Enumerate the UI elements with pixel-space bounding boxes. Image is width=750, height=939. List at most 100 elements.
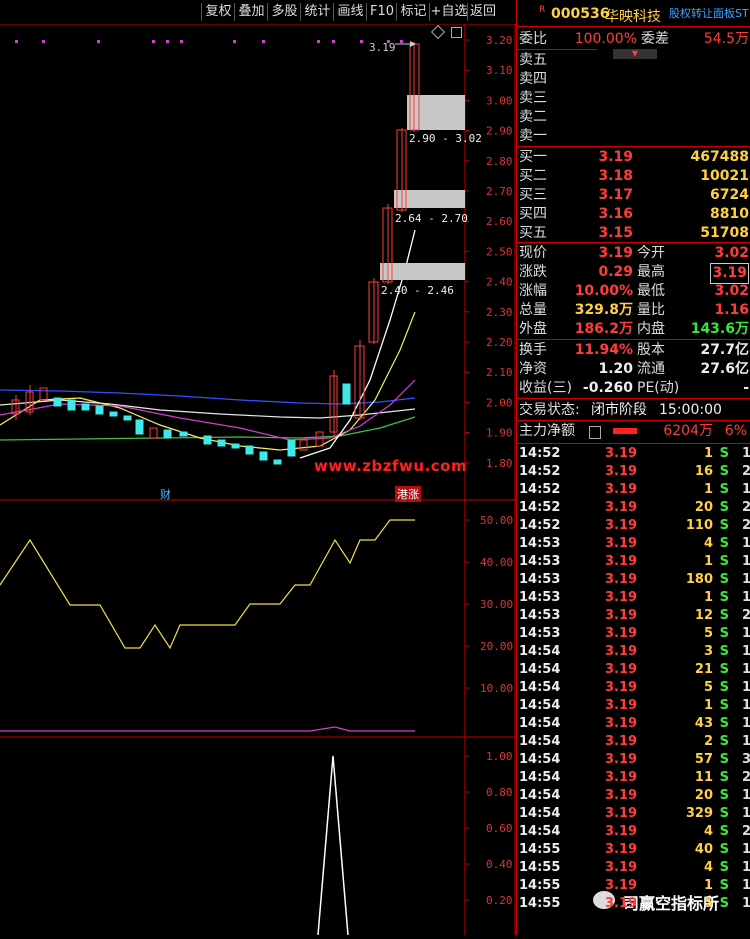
tick-row: 14:54 3.19 57 S 3 <box>519 751 750 769</box>
tick-volume: 1 <box>703 554 713 569</box>
tick-row: 14:54 3.19 3 S 1 <box>519 643 750 661</box>
list-icon[interactable] <box>589 426 601 439</box>
buy-label: 买五 <box>519 225 547 241</box>
marker-cai[interactable]: 财 <box>160 486 171 502</box>
tick-volume: 1 <box>703 878 713 893</box>
quote-row-label: 现价 <box>519 245 547 261</box>
tick-row: 14:53 3.19 180 S 1 <box>519 571 750 589</box>
gap-box-3 <box>380 263 465 280</box>
tick-volume: 21 <box>694 662 713 677</box>
tick-side: S <box>719 752 729 767</box>
tick-volume: 180 <box>685 572 713 587</box>
tick-side: S <box>719 518 729 533</box>
sell-row[interactable]: 卖二 <box>519 108 749 127</box>
tick-count: 1 <box>741 446 750 461</box>
tick-time: 14:55 <box>519 842 561 857</box>
gap-label-3: 2.40 - 2.46 <box>381 284 454 297</box>
toolbar-button-8[interactable]: 返回 <box>467 3 498 21</box>
sell-label: 卖二 <box>519 109 547 125</box>
tick-time: 14:54 <box>519 716 561 731</box>
tick-volume: 110 <box>685 518 713 533</box>
toolbar-button-6[interactable]: 标记 <box>396 3 430 21</box>
buy-row[interactable]: 买二 3.18 10021 <box>519 167 749 186</box>
toolbar-button-0[interactable]: 复权 <box>201 3 235 21</box>
tick-price: 3.19 <box>605 716 638 731</box>
tick-side: S <box>719 734 729 749</box>
tick-count: 1 <box>741 896 750 911</box>
tick-price: 3.19 <box>605 878 638 893</box>
marker-gangzhang[interactable]: 港涨 <box>395 486 421 502</box>
tick-count: 3 <box>741 752 750 767</box>
sell-label: 卖五 <box>519 52 547 68</box>
toolbar-button-2[interactable]: 多股 <box>267 3 301 21</box>
tick-time: 14:53 <box>519 590 561 605</box>
tick-volume: 2 <box>703 734 713 749</box>
tick-price: 3.19 <box>605 500 638 515</box>
quote-row-value2: 3.19 <box>710 263 749 284</box>
sell-row[interactable]: 卖三 <box>519 89 749 108</box>
tick-count: 1 <box>741 788 750 803</box>
fund-row-value: -0.260 <box>582 380 633 396</box>
indicator1-axis-tick: 30.00 <box>480 598 513 611</box>
tick-price: 3.19 <box>605 824 638 839</box>
tick-price: 3.19 <box>605 644 638 659</box>
toolbar-button-5[interactable]: F10 <box>366 3 397 21</box>
indicator1-axis-tick: 10.00 <box>480 682 513 695</box>
buy-row[interactable]: 买四 3.16 8810 <box>519 205 749 224</box>
tick-row: 14:53 3.19 5 S 1 <box>519 625 750 643</box>
indicator2-axis-tick: 1.00 <box>486 750 513 763</box>
weibi-row: 委比 100.00% 委差 54.5万 <box>519 31 749 47</box>
buy-row[interactable]: 买五 3.15 51708 <box>519 224 749 243</box>
tick-volume: 12 <box>694 608 713 623</box>
tick-side: S <box>719 608 729 623</box>
buy-row[interactable]: 买三 3.17 6724 <box>519 186 749 205</box>
stock-name: 华映科技 <box>605 9 661 25</box>
tick-count: 1 <box>741 680 750 695</box>
tick-row: 14:54 3.19 11 S 2 <box>519 769 750 787</box>
fund-row-value: 1.20 <box>598 361 633 377</box>
tick-count: 1 <box>741 536 750 551</box>
sell-row[interactable]: 卖四 <box>519 70 749 89</box>
fund-row-value2: 27.7亿 <box>700 342 749 358</box>
toolbar-button-7[interactable]: +自选 <box>429 3 468 21</box>
tick-price: 3.19 <box>605 590 638 605</box>
tick-side: S <box>719 788 729 803</box>
price-axis-tick: 2.10 <box>486 366 513 379</box>
quote-row-label: 外盘 <box>519 321 547 337</box>
tick-side: S <box>719 536 729 551</box>
tick-side: S <box>719 770 729 785</box>
sell-row[interactable]: 卖五 <box>519 51 749 70</box>
buy-price: 3.18 <box>598 168 633 184</box>
tick-count: 1 <box>741 806 750 821</box>
buy-row[interactable]: 买一 3.19 467488 <box>519 148 749 167</box>
buy-price: 3.19 <box>598 149 633 165</box>
tick-count: 1 <box>741 482 750 497</box>
square-icon[interactable] <box>451 27 462 38</box>
toolbar-button-1[interactable]: 叠加 <box>234 3 268 21</box>
toolbar: 复权 叠加 多股 统计 画线 F10 标记 +自选 返回 <box>0 0 516 24</box>
tick-time: 14:54 <box>519 662 561 677</box>
quote-row: 涨跌 0.29 最高 3.19 <box>519 263 749 284</box>
stock-tag[interactable]: 股权转让面板ST <box>669 5 749 21</box>
quote-row-label2: 最高 <box>637 264 665 280</box>
tick-time: 14:54 <box>519 734 561 749</box>
kline-chart[interactable]: 3.20 3.10 3.00 2.90 2.80 2.70 2.60 2.50 2.40 2.30… <box>0 0 516 936</box>
tick-side: S <box>719 860 729 875</box>
buy-label: 买四 <box>519 206 547 222</box>
tick-row: 14:54 3.19 2 S 1 <box>519 733 750 751</box>
toolbar-button-3[interactable]: 统计 <box>300 3 334 21</box>
toolbar-button-4[interactable]: 画线 <box>333 3 367 21</box>
tick-time: 14:52 <box>519 518 561 533</box>
tick-row: 14:54 3.19 20 S 1 <box>519 787 750 805</box>
tick-volume: 5 <box>703 896 713 911</box>
tick-count: 1 <box>741 842 750 857</box>
tick-row: 14:53 3.19 1 S 1 <box>519 589 750 607</box>
tick-price: 3.19 <box>605 896 638 911</box>
tick-row: 14:55 3.19 40 S 1 <box>519 841 750 859</box>
tick-side: S <box>719 878 729 893</box>
sell-row[interactable]: 卖一 <box>519 127 749 146</box>
tick-row: 14:52 3.19 110 S 2 <box>519 517 750 535</box>
tick-side: S <box>719 500 729 515</box>
price-axis-tick: 1.90 <box>486 427 513 440</box>
stock-code: 000536 <box>551 6 610 22</box>
